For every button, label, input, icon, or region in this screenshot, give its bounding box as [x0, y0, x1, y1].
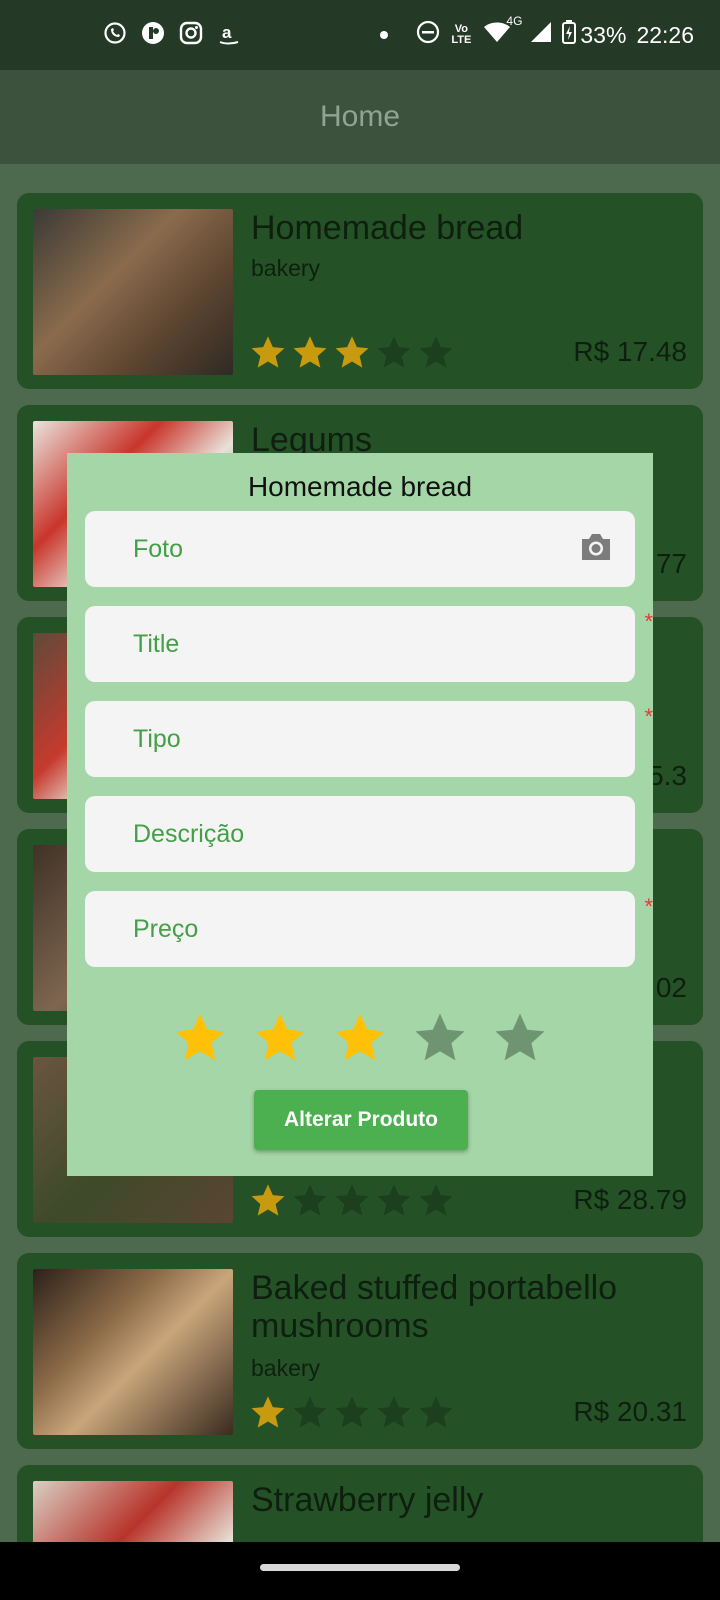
star-filled-icon — [251, 1184, 285, 1216]
star-empty-icon — [419, 1184, 453, 1216]
edit-product-dialog: Homemade bread Foto Title * Tipo * Descr… — [67, 453, 653, 1176]
title-field[interactable]: Title * — [85, 606, 653, 682]
notification-icons: a — [103, 21, 241, 45]
whatsapp-icon — [103, 21, 127, 45]
svg-text:a: a — [222, 23, 232, 42]
camera-icon[interactable] — [579, 531, 613, 563]
star-filled-icon — [293, 336, 327, 368]
star-empty-icon — [377, 336, 411, 368]
star-empty-icon — [335, 1184, 369, 1216]
battery-icon — [562, 20, 577, 50]
star-filled-icon — [251, 336, 285, 368]
price-field-label: Preço — [133, 915, 199, 943]
star-empty-icon — [419, 1396, 453, 1428]
product-type: bakery — [251, 255, 321, 281]
product-image — [33, 1481, 233, 1542]
system-status: Vo LTE 4G 33% 22:26 — [380, 14, 694, 50]
product-price: 02 — [655, 972, 687, 1003]
instagram-icon — [179, 21, 203, 45]
star-empty-icon — [419, 336, 453, 368]
update-product-button[interactable]: Alterar Produto — [254, 1090, 468, 1150]
type-field[interactable]: Tipo * — [85, 701, 653, 777]
battery-percent: 33% — [580, 21, 627, 48]
star-empty-icon — [293, 1184, 327, 1216]
description-field-label: Descrição — [133, 820, 245, 848]
type-field-label: Tipo — [133, 725, 181, 753]
clock: 22:26 — [636, 21, 694, 48]
rating-input[interactable] — [172, 1010, 548, 1064]
star-filled-icon[interactable] — [172, 1010, 228, 1064]
app-bar: Home — [0, 70, 720, 164]
star-empty-icon — [293, 1396, 327, 1428]
product-image — [33, 1269, 233, 1435]
product-image — [33, 209, 233, 375]
product-price: R$ 20.31 — [573, 1396, 687, 1427]
app-icon — [141, 21, 165, 45]
product-card[interactable]: Strawberry jelly — [17, 1465, 703, 1542]
star-empty-icon — [377, 1184, 411, 1216]
product-card[interactable]: Homemade bread bakery R$ 17.48 — [17, 193, 703, 389]
title-field-label: Title — [133, 630, 180, 658]
price-field[interactable]: Preço * — [85, 891, 653, 967]
star-empty-icon[interactable] — [412, 1010, 468, 1064]
required-mark: * — [644, 704, 653, 729]
product-type: bakery — [251, 1355, 321, 1381]
volte-icon: Vo LTE — [451, 23, 472, 46]
product-price: R$ 17.48 — [573, 336, 687, 367]
star-filled-icon — [335, 336, 369, 368]
star-empty-icon — [335, 1396, 369, 1428]
product-rating — [249, 334, 455, 370]
description-field[interactable]: Descrição — [85, 796, 635, 872]
navigation-bar — [0, 1542, 720, 1600]
star-filled-icon[interactable] — [332, 1010, 388, 1064]
product-price: R$ 28.79 — [573, 1184, 687, 1215]
product-card[interactable]: Baked stuffed portabello mushrooms baker… — [17, 1253, 703, 1449]
product-title: Baked stuffed portabello mushrooms — [251, 1269, 618, 1345]
star-filled-icon — [251, 1396, 285, 1428]
required-mark: * — [644, 609, 653, 634]
signal-icon — [530, 21, 552, 49]
product-price: 5.3 — [648, 760, 687, 791]
star-empty-icon[interactable] — [492, 1010, 548, 1064]
status-bar: a Vo LTE 4G 33% 22:26 — [0, 0, 720, 70]
network-label: 4G — [506, 14, 523, 28]
page-title: Home — [319, 100, 401, 133]
product-title: Homemade bread — [251, 209, 524, 247]
photo-field[interactable]: Foto — [85, 511, 635, 587]
product-rating — [249, 1394, 455, 1430]
wifi-icon: 4G — [482, 14, 522, 50]
dnd-icon — [416, 20, 440, 50]
product-price: 77 — [655, 548, 687, 579]
product-title: Strawberry jelly — [251, 1481, 484, 1519]
amazon-icon: a — [217, 21, 241, 45]
star-filled-icon[interactable] — [252, 1010, 308, 1064]
home-gesture-handle[interactable] — [260, 1564, 460, 1571]
star-empty-icon — [377, 1396, 411, 1428]
dot-icon — [380, 31, 389, 39]
dialog-title: Homemade bread — [247, 471, 473, 502]
product-rating — [249, 1182, 455, 1218]
required-mark: * — [644, 894, 653, 919]
photo-field-label: Foto — [133, 535, 184, 563]
